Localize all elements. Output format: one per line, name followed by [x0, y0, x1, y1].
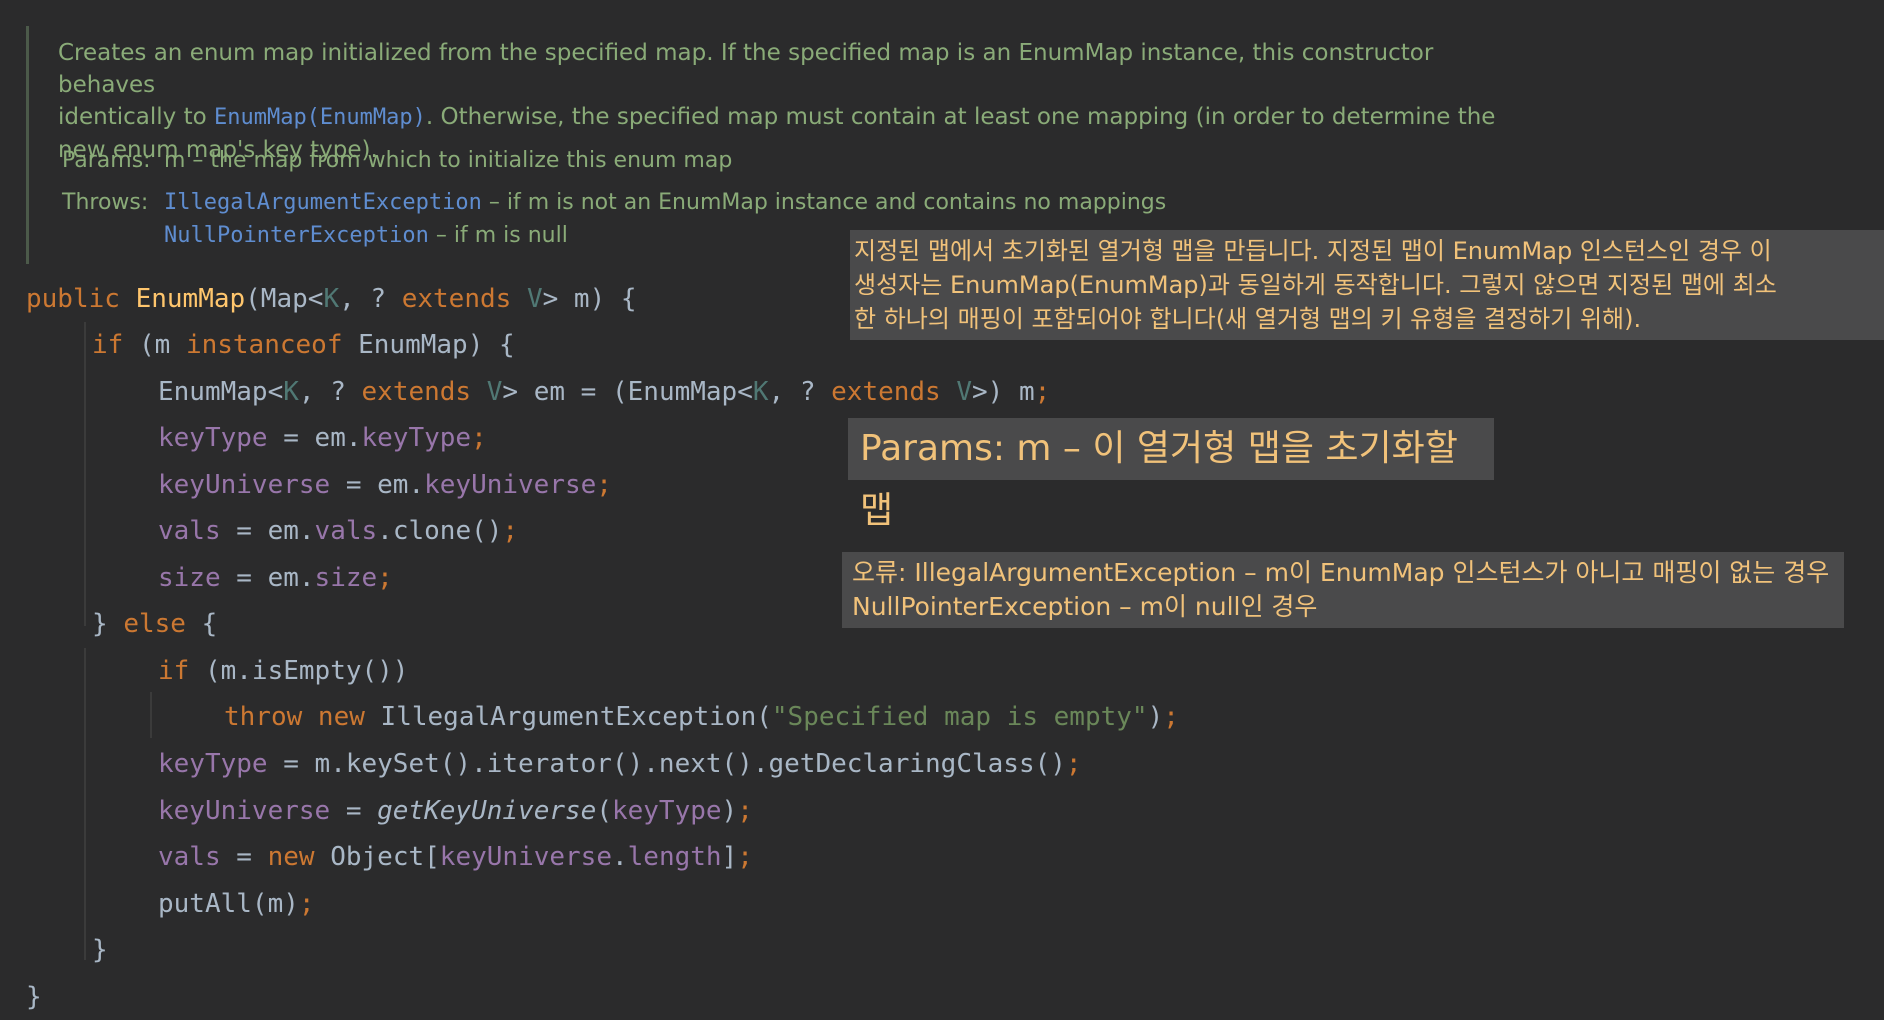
- indent-guide: [84, 648, 86, 960]
- code-line-12: keyUniverse = getKeyUniverse(keyType);: [158, 796, 753, 826]
- code-line-5: keyUniverse = em.keyUniverse;: [158, 470, 612, 500]
- doc-line-2: identically to EnumMap(EnumMap). Otherwi…: [58, 104, 1496, 130]
- code-line-6: vals = em.vals.clone();: [158, 516, 519, 546]
- throws2-text: – if m is null: [428, 223, 568, 248]
- params-text: m – the map from which to initialize thi…: [164, 148, 733, 173]
- params-label: Params:: [62, 148, 151, 173]
- code-line-16: }: [26, 982, 42, 1012]
- javadoc-description: Creates an enum map initialized from the…: [58, 37, 1518, 166]
- code-line-8: } else {: [92, 609, 218, 639]
- translation-overlay-params: Params: m – 이 열거형 맵을 초기화할 맵: [848, 418, 1494, 531]
- doc-throws-row-2: NullPointerException – if m is null: [164, 223, 568, 248]
- throws1-text: – if m is not an EnumMap instance and co…: [481, 190, 1167, 215]
- code-line-15: }: [92, 935, 108, 965]
- translation-throws-line-2: NullPointerException – m이 null인 경우: [852, 592, 1318, 621]
- translation-desc-line-2: 생성자는 EnumMap(EnumMap)과 동일하게 동작합니다. 그렇지 않…: [854, 271, 1777, 299]
- doc-line-1: Creates an enum map initialized from the…: [58, 40, 1434, 98]
- translation-overlay-description: 지정된 맵에서 초기화된 열거형 맵을 만듭니다. 지정된 맵이 EnumMap…: [850, 230, 1884, 340]
- translation-desc-line-1: 지정된 맵에서 초기화된 열거형 맵을 만듭니다. 지정된 맵이 EnumMap…: [854, 237, 1772, 265]
- translation-params-text: Params: m – 이 열거형 맵을 초기화할 맵: [860, 428, 1458, 531]
- translation-overlay-throws: 오류: IllegalArgumentException – m이 EnumMa…: [842, 552, 1844, 628]
- code-line-11: keyType = m.keySet().iterator().next().g…: [158, 749, 1082, 779]
- code-line-9: if (m.isEmpty()): [158, 656, 409, 686]
- code-line-7: size = em.size;: [158, 563, 393, 593]
- null-pointer-exception-link[interactable]: NullPointerException: [164, 223, 429, 248]
- code-line-2: if (m instanceof EnumMap) {: [92, 330, 515, 360]
- indent-guide: [84, 322, 86, 626]
- throws-label: Throws:: [62, 190, 149, 215]
- code-line-1: public EnumMap(Map<K, ? extends V> m) {: [26, 284, 637, 314]
- illegal-argument-exception-link[interactable]: IllegalArgumentException: [164, 190, 482, 215]
- doc-params-row: Params: m – the map from which to initial…: [62, 148, 732, 173]
- enummap-constructor-link[interactable]: EnumMap(EnumMap): [214, 105, 426, 130]
- indent-guide: [150, 692, 152, 738]
- doc-gutter-bar: [26, 26, 29, 264]
- code-editor[interactable]: public EnumMap(Map<K, ? extends V> m) { …: [26, 276, 1179, 1012]
- code-line-4: keyType = em.keyType;: [158, 423, 487, 453]
- translation-desc-line-3: 한 하나의 매핑이 포함되어야 합니다(새 열거형 맵의 키 유형을 결정하기 …: [854, 305, 1642, 333]
- code-line-3: EnumMap<K, ? extends V> em = (EnumMap<K,…: [158, 377, 1051, 407]
- doc-throws-row: Throws: IllegalArgumentException – if m i…: [62, 190, 1166, 215]
- code-line-10: throw new IllegalArgumentException("Spec…: [224, 702, 1179, 732]
- translation-throws-line-1: 오류: IllegalArgumentException – m이 EnumMa…: [852, 558, 1830, 587]
- code-line-14: putAll(m);: [158, 889, 315, 919]
- code-line-13: vals = new Object[keyUniverse.length];: [158, 842, 753, 872]
